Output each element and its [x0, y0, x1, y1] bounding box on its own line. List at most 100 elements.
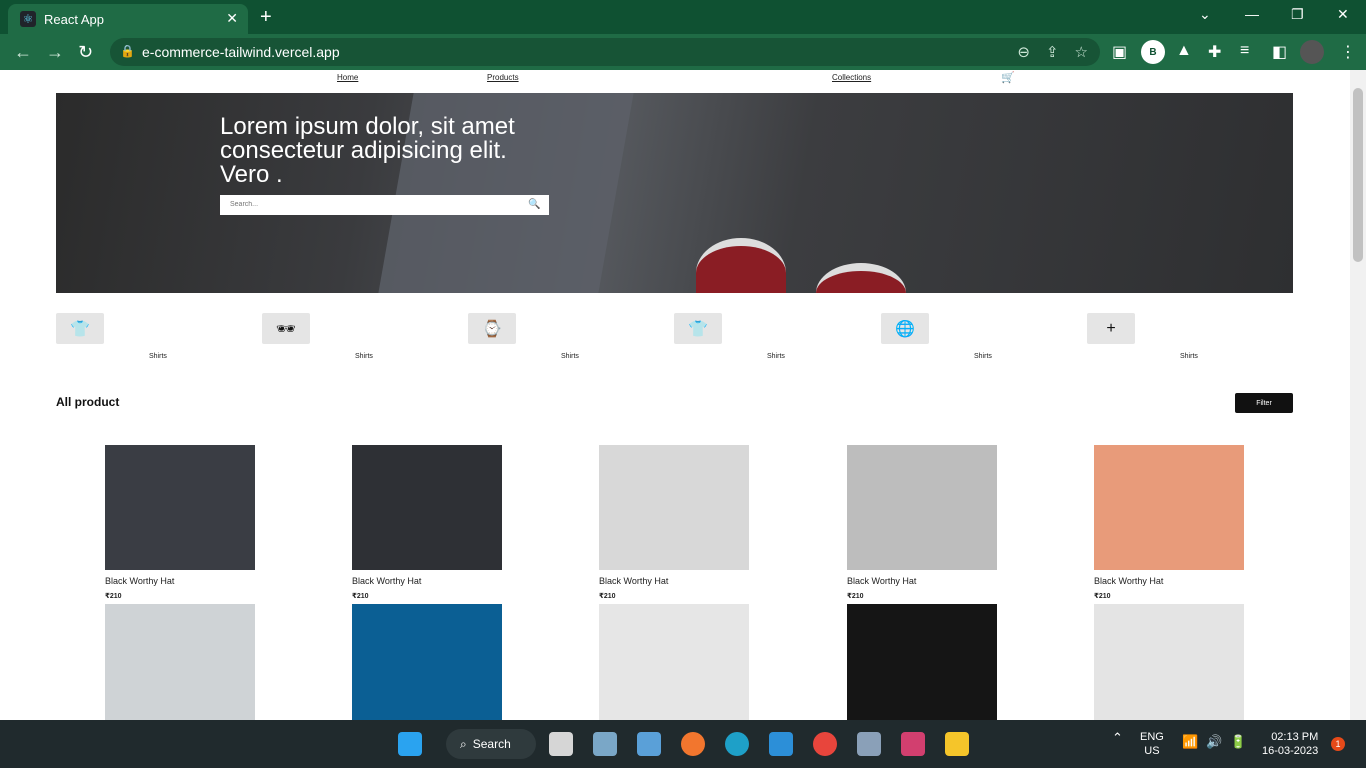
product-image[interactable] — [847, 604, 997, 720]
firefox-icon[interactable] — [681, 732, 705, 756]
tshirt-icon[interactable]: 👕 — [674, 313, 722, 344]
tshirt-icon[interactable]: 👕 — [56, 313, 104, 344]
category-label: Shirts — [767, 353, 785, 360]
nav-products-link[interactable]: Products — [487, 73, 519, 82]
product-price: ₹210 — [847, 593, 864, 600]
browser-tab-strip: ⚛ React App ✕ + ⌄ — ❐ ✕ — [0, 0, 1366, 34]
chevron-up-icon[interactable]: ⌃ — [1112, 730, 1123, 746]
task-view-icon[interactable] — [549, 732, 573, 756]
taskbar-search[interactable]: ⌕ Search — [446, 729, 536, 759]
category-item[interactable]: 👕 Shirts — [674, 313, 785, 360]
sunglasses-icon[interactable]: 🕶 — [262, 313, 310, 344]
new-tab-button[interactable]: + — [260, 6, 272, 29]
lock-icon: 🔒 — [120, 44, 135, 58]
close-window-button[interactable]: ✕ — [1337, 6, 1349, 23]
forward-icon[interactable]: → — [46, 42, 64, 63]
triangle-extension-icon[interactable]: ▲ — [1176, 42, 1192, 60]
puzzle-icon[interactable]: ✚ — [1208, 42, 1221, 62]
vscode-icon[interactable] — [769, 732, 793, 756]
globe-icon[interactable]: 🌐 — [881, 313, 929, 344]
watch-icon[interactable]: ⌚ — [468, 313, 516, 344]
product-card[interactable] — [105, 604, 255, 720]
back-icon[interactable]: ← — [14, 42, 32, 63]
wifi-icon[interactable]: 📶 — [1182, 734, 1198, 750]
widgets-icon[interactable] — [593, 732, 617, 756]
product-image[interactable] — [352, 445, 502, 570]
bookmark-star-icon[interactable]: ☆ — [1075, 43, 1088, 61]
product-price: ₹210 — [599, 593, 616, 600]
lang-label: ENG — [1140, 731, 1164, 743]
browser-toolbar: ← → ↻ 🔒 e-commerce-tailwind.vercel.app ⊖… — [0, 34, 1366, 70]
sidepanel-icon[interactable]: ◧ — [1272, 42, 1287, 62]
remote-desktop-icon[interactable] — [857, 732, 881, 756]
url-text: e-commerce-tailwind.vercel.app — [142, 44, 340, 60]
start-icon[interactable] — [398, 732, 422, 756]
category-item[interactable]: 👕 Shirts — [56, 313, 167, 360]
plus-icon[interactable]: + — [1087, 313, 1135, 344]
address-bar[interactable]: 🔒 e-commerce-tailwind.vercel.app ⊖ ⇪ ☆ — [110, 38, 1100, 66]
clock[interactable]: 02:13 PM 16-03-2023 — [1262, 730, 1318, 758]
category-item[interactable]: + Shirts — [1087, 313, 1198, 360]
category-label: Shirts — [149, 353, 167, 360]
zoom-icon[interactable]: ⊖ — [1017, 43, 1030, 61]
search-icon[interactable]: 🔍 — [528, 199, 540, 210]
slack-icon[interactable] — [901, 732, 925, 756]
category-item[interactable]: 🌐 Shirts — [881, 313, 992, 360]
product-image[interactable] — [352, 604, 502, 720]
extension-icon[interactable]: ▣ — [1112, 42, 1127, 62]
product-card[interactable]: Black Worthy Hat ₹210 — [352, 445, 502, 600]
clock-time: 02:13 PM — [1271, 731, 1319, 743]
restore-button[interactable]: ❐ — [1291, 6, 1304, 23]
scrollbar[interactable] — [1350, 70, 1366, 720]
product-card[interactable]: Black Worthy Hat ₹210 — [599, 445, 749, 600]
cart-icon[interactable]: 🛒 — [1001, 71, 1015, 84]
chrome-icon[interactable] — [813, 732, 837, 756]
product-card[interactable]: Black Worthy Hat ₹210 — [847, 445, 997, 600]
product-image[interactable] — [599, 604, 749, 720]
close-tab-icon[interactable]: ✕ — [226, 10, 238, 27]
product-card[interactable]: Black Worthy Hat ₹210 — [105, 445, 255, 600]
nav-collections-link[interactable]: Collections — [832, 73, 871, 82]
product-image[interactable] — [105, 445, 255, 570]
reload-icon[interactable]: ↻ — [78, 42, 93, 63]
product-image[interactable] — [847, 445, 997, 570]
share-icon[interactable]: ⇪ — [1046, 43, 1059, 61]
product-price: ₹210 — [352, 593, 369, 600]
minimize-button[interactable]: — — [1245, 6, 1259, 22]
tab-title: React App — [44, 11, 104, 27]
product-image[interactable] — [105, 604, 255, 720]
volume-icon[interactable]: 🔊 — [1206, 734, 1222, 750]
product-name: Black Worthy Hat — [847, 576, 917, 586]
tab-search-icon[interactable]: ⌄ — [1199, 6, 1211, 23]
avatar[interactable] — [1300, 40, 1324, 64]
filter-button[interactable]: Filter — [1235, 393, 1293, 413]
nav-home-link[interactable]: Home — [337, 73, 358, 82]
category-item[interactable]: 🕶 Shirts — [262, 313, 373, 360]
browser-tab[interactable]: ⚛ React App ✕ — [8, 4, 248, 34]
file-explorer-icon[interactable] — [945, 732, 969, 756]
photos-icon[interactable] — [637, 732, 661, 756]
product-card[interactable] — [1094, 604, 1244, 720]
product-card[interactable] — [599, 604, 749, 720]
notification-badge[interactable]: 1 — [1331, 737, 1345, 751]
product-image[interactable] — [1094, 445, 1244, 570]
battery-icon[interactable]: 🔋 — [1230, 734, 1246, 750]
product-card[interactable] — [352, 604, 502, 720]
product-card[interactable] — [847, 604, 997, 720]
product-price: ₹210 — [1094, 593, 1111, 600]
scrollbar-thumb[interactable] — [1353, 88, 1363, 262]
media-icon[interactable]: ≡ — [1240, 42, 1249, 60]
product-image[interactable] — [1094, 604, 1244, 720]
search-input[interactable] — [220, 195, 549, 215]
page-viewport: Home Products Collections 🛒 Lorem ipsum … — [0, 70, 1350, 720]
windows-taskbar: ⌕ Search ⌃ ENG US 📶 🔊 🔋 02:13 PM 16-03-2… — [0, 720, 1366, 768]
product-image[interactable] — [599, 445, 749, 570]
profile-badge[interactable]: B — [1141, 40, 1165, 64]
product-name: Black Worthy Hat — [599, 576, 669, 586]
category-label: Shirts — [355, 353, 373, 360]
product-card[interactable]: Black Worthy Hat ₹210 — [1094, 445, 1244, 600]
edge-icon[interactable] — [725, 732, 749, 756]
category-item[interactable]: ⌚ Shirts — [468, 313, 579, 360]
language-indicator[interactable]: ENG US — [1140, 730, 1164, 758]
menu-icon[interactable]: ⋮ — [1340, 42, 1356, 62]
